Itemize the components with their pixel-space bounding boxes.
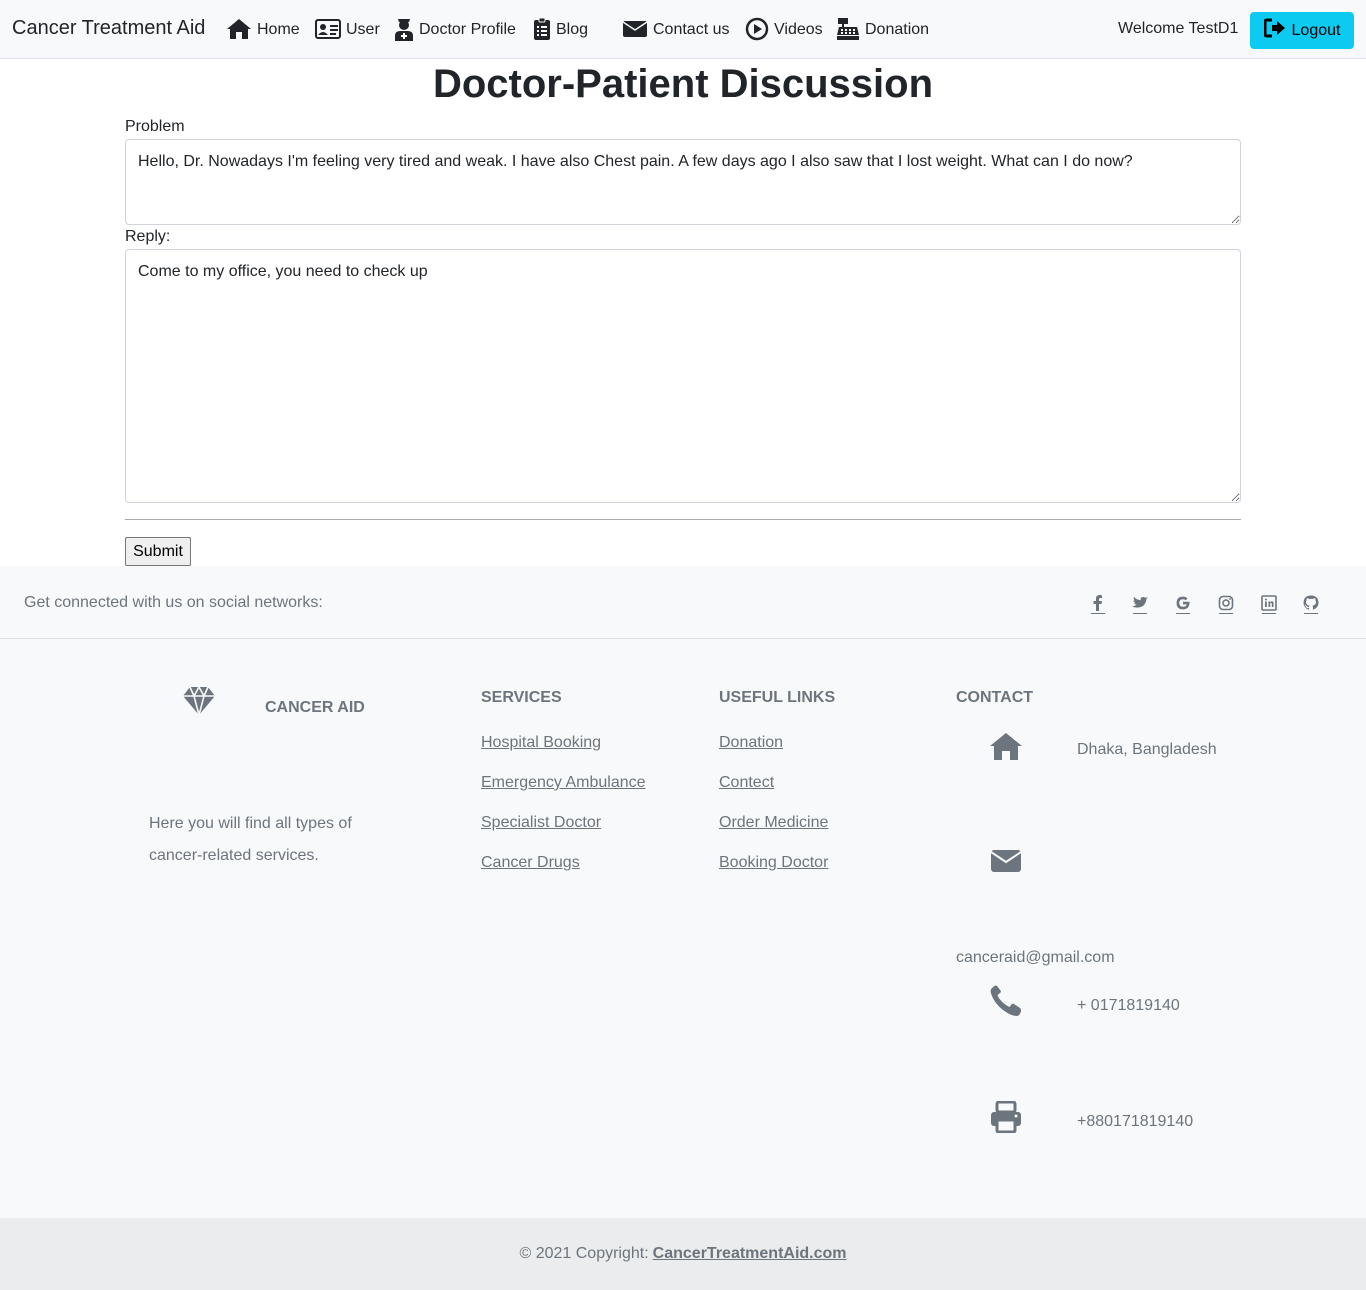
services-heading: SERVICES — [481, 689, 562, 706]
contact-heading: CONTACT — [956, 689, 1034, 706]
nav-videos-label: Videos — [774, 21, 823, 38]
social-bar: Get connected with us on social networks… — [0, 566, 1366, 639]
gem-icon — [182, 684, 216, 718]
nav-blog[interactable]: Blog — [533, 14, 588, 44]
useful-links-heading: USEFUL LINKS — [719, 689, 836, 706]
contact-email: canceraid@gmail.com — [956, 949, 1115, 966]
services-link-hospital-booking[interactable]: Hospital Booking — [481, 734, 601, 752]
cash-register-icon — [836, 17, 860, 41]
envelope-icon — [622, 19, 648, 39]
nav-home[interactable]: Home — [226, 14, 300, 44]
envelope-icon — [989, 844, 1023, 878]
clipboard-list-icon — [533, 17, 551, 41]
nav-user[interactable]: User — [315, 14, 380, 44]
top-navbar: Cancer Treatment Aid Home User Doctor Pr… — [0, 0, 1366, 59]
github-icon[interactable] — [1300, 592, 1322, 614]
logout-label: Logout — [1291, 21, 1341, 39]
contact-phone: + 0171819140 — [1077, 997, 1180, 1014]
social-text: Get connected with us on social networks… — [24, 594, 323, 611]
useful-link-order-medicine[interactable]: Order Medicine — [719, 814, 828, 832]
services-link-emergency-ambulance[interactable]: Emergency Ambulance — [481, 774, 646, 792]
contact-fax: +880171819140 — [1077, 1113, 1194, 1130]
nav-blog-label: Blog — [556, 21, 589, 38]
footer: Get connected with us on social networks… — [0, 566, 1366, 1290]
google-icon[interactable] — [1172, 592, 1194, 614]
nav-videos[interactable]: Videos — [745, 14, 823, 44]
submit-button[interactable]: Submit — [125, 537, 191, 566]
welcome-text: Welcome TestD1 — [1118, 20, 1239, 37]
footer-brand-description: Here you will find all types of cancer-r… — [149, 815, 352, 864]
copyright-text: © 2021 Copyright: — [519, 1245, 649, 1262]
doctor-icon — [394, 17, 414, 41]
nav-donation[interactable]: Donation — [836, 14, 929, 44]
nav-contact-label: Contact us — [653, 21, 730, 38]
copyright-link[interactable]: CancerTreatmentAid.com — [653, 1245, 847, 1263]
sign-out-icon — [1263, 18, 1286, 43]
reply-label: Reply: — [125, 228, 171, 245]
facebook-icon[interactable] — [1087, 592, 1109, 614]
footer-brand-title: CANCER AID — [265, 699, 365, 716]
nav-home-label: Home — [257, 21, 300, 38]
useful-link-contect[interactable]: Contect — [719, 774, 774, 792]
form-divider — [125, 519, 1241, 520]
play-circle-icon — [745, 17, 769, 41]
services-link-cancer-drugs[interactable]: Cancer Drugs — [481, 854, 580, 872]
phone-icon — [989, 984, 1023, 1018]
logout-button[interactable]: Logout — [1250, 12, 1354, 49]
linkedin-icon[interactable] — [1258, 592, 1280, 614]
nav-user-label: User — [346, 21, 380, 38]
contact-address: Dhaka, Bangladesh — [1077, 741, 1217, 758]
id-card-icon — [315, 18, 341, 40]
problem-label: Problem — [125, 118, 185, 135]
home-icon — [989, 729, 1023, 763]
twitter-icon[interactable] — [1129, 592, 1151, 614]
problem-textarea[interactable]: Hello, Dr. Nowadays I'm feeling very tir… — [125, 139, 1241, 225]
copyright-bar: © 2021 Copyright: CancerTreatmentAid.com — [0, 1218, 1366, 1290]
instagram-icon[interactable] — [1215, 592, 1237, 614]
useful-link-donation[interactable]: Donation — [719, 734, 783, 752]
nav-doctor-profile-label: Doctor Profile — [419, 21, 516, 38]
services-link-specialist-doctor[interactable]: Specialist Doctor — [481, 814, 601, 832]
nav-donation-label: Donation — [865, 21, 930, 38]
page-title: Doctor-Patient Discussion — [432, 62, 934, 106]
brand-link[interactable]: Cancer Treatment Aid — [12, 17, 205, 40]
printer-icon — [989, 1100, 1023, 1134]
home-icon — [226, 18, 252, 40]
nav-doctor-profile[interactable]: Doctor Profile — [394, 14, 516, 44]
useful-link-booking-doctor[interactable]: Booking Doctor — [719, 854, 828, 872]
reply-textarea[interactable]: Come to my office, you need to check up — [125, 249, 1241, 503]
nav-contact[interactable]: Contact us — [622, 14, 729, 44]
